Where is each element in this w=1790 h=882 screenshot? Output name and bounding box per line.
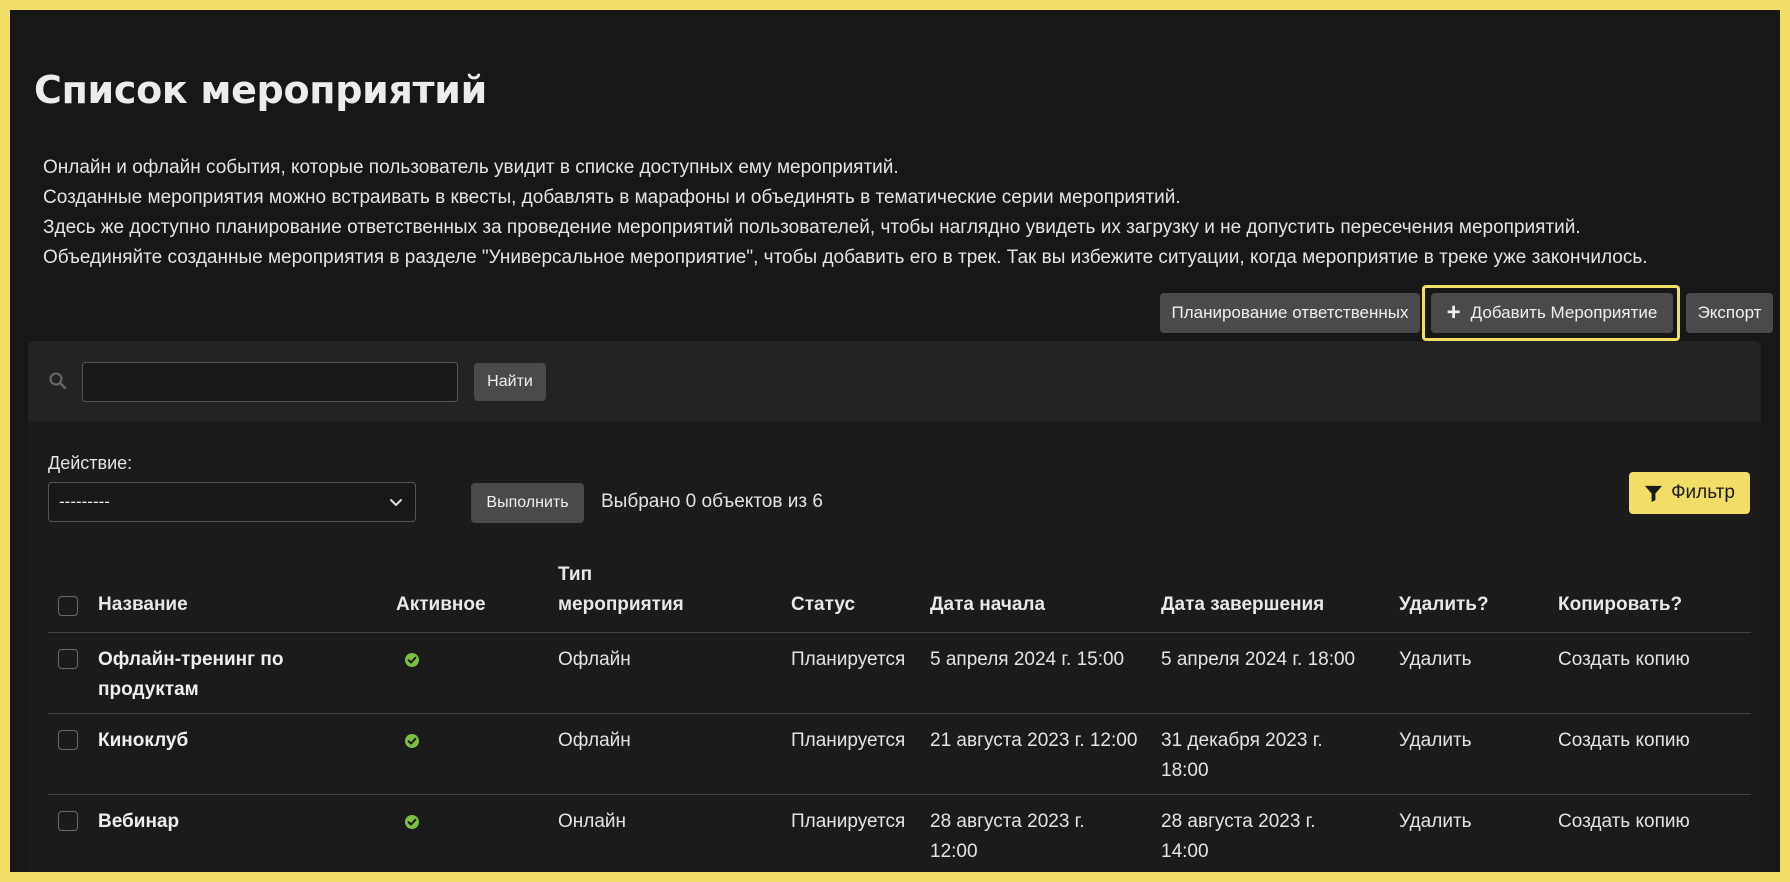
event-name-link[interactable]: Вебинар bbox=[98, 807, 358, 837]
event-name-link[interactable]: Офлайн-тренинг по продуктам bbox=[98, 645, 358, 705]
intro-line: Онлайн и офлайн события, которые пользов… bbox=[43, 157, 899, 178]
date-line: 21 августа 2023 г. 12:00 bbox=[930, 730, 1138, 751]
table-row: Офлайн-тренинг по продуктам Офлайн Плани… bbox=[48, 633, 1751, 714]
delete-link[interactable]: Удалить bbox=[1399, 726, 1472, 756]
event-end-date: 5 апреля 2024 г. 18:00 bbox=[1161, 645, 1381, 675]
find-button[interactable]: Найти bbox=[474, 363, 546, 401]
date-line: 28 августа 2023 г. bbox=[1161, 811, 1316, 832]
date-line: 28 августа 2023 г. bbox=[930, 811, 1085, 832]
filter-label: Фильтр bbox=[1671, 482, 1735, 503]
filter-button[interactable]: Фильтр bbox=[1629, 472, 1750, 514]
check-circle-icon bbox=[405, 734, 419, 748]
column-type[interactable]: Тип мероприятия bbox=[558, 560, 758, 620]
intro-line: Здесь же доступно планирование ответстве… bbox=[43, 217, 1581, 238]
search-bar: Найти bbox=[28, 341, 1761, 421]
intro-line: Объединяйте созданные мероприятия в разд… bbox=[43, 247, 1648, 268]
table-row: Киноклуб Офлайн Планируется 21 августа 2… bbox=[48, 714, 1751, 795]
event-type: Офлайн bbox=[558, 649, 631, 670]
table-row: Вебинар Онлайн Планируется 28 августа 20… bbox=[48, 795, 1751, 872]
event-name-line: Офлайн-тренинг по bbox=[98, 649, 284, 670]
plan-responsible-button[interactable]: Планирование ответственных bbox=[1160, 293, 1420, 333]
event-type: Офлайн bbox=[558, 730, 631, 751]
top-actions: Планирование ответственных + Добавить Ме… bbox=[10, 285, 1780, 343]
plus-icon: + bbox=[1446, 299, 1461, 326]
action-label: Действие: bbox=[48, 453, 133, 473]
row-checkbox[interactable] bbox=[58, 649, 78, 669]
page-title: Список мероприятий bbox=[34, 68, 487, 112]
column-type-line: Тип bbox=[558, 564, 593, 585]
column-end-date[interactable]: Дата завершения bbox=[1161, 590, 1381, 620]
column-name[interactable]: Название bbox=[98, 590, 358, 620]
column-active[interactable]: Активное bbox=[396, 590, 486, 620]
column-copy: Копировать? bbox=[1558, 594, 1683, 615]
event-name-line: продуктам bbox=[98, 679, 199, 700]
copy-link[interactable]: Создать копию bbox=[1558, 807, 1690, 837]
execute-button[interactable]: Выполнить bbox=[471, 483, 584, 523]
event-status: Планируется bbox=[791, 730, 906, 751]
app-frame: Список мероприятий Онлайн и офлайн событ… bbox=[10, 10, 1780, 872]
event-status: Планируется bbox=[791, 811, 906, 832]
delete-link[interactable]: Удалить bbox=[1399, 645, 1472, 675]
event-start-date: 21 августа 2023 г. 12:00 bbox=[930, 726, 1155, 756]
event-name-link[interactable]: Киноклуб bbox=[98, 726, 358, 756]
date-line: 5 апреля 2024 г. 15:00 bbox=[930, 649, 1125, 670]
date-line: 14:00 bbox=[1161, 841, 1209, 862]
date-line: 18:00 bbox=[1161, 760, 1209, 781]
row-checkbox[interactable] bbox=[58, 811, 78, 831]
select-all-checkbox[interactable] bbox=[58, 596, 78, 616]
action-select[interactable]: --------- bbox=[48, 482, 416, 522]
events-table: Название Активное Тип мероприятия Статус… bbox=[48, 553, 1751, 872]
event-start-date: 28 августа 2023 г. 12:00 bbox=[930, 807, 1155, 867]
copy-link[interactable]: Создать копию bbox=[1558, 726, 1690, 756]
date-line: 31 декабря 2023 г. bbox=[1161, 730, 1323, 751]
selected-count: Выбрано 0 объектов из 6 bbox=[601, 491, 823, 512]
add-event-label: Добавить Мероприятие bbox=[1470, 303, 1658, 322]
row-checkbox[interactable] bbox=[58, 730, 78, 750]
intro-text: Онлайн и офлайн события, которые пользов… bbox=[43, 153, 1648, 273]
event-name-line: Киноклуб bbox=[98, 730, 189, 751]
date-line: 12:00 bbox=[930, 841, 978, 862]
add-event-button[interactable]: + Добавить Мероприятие bbox=[1431, 293, 1673, 333]
delete-link[interactable]: Удалить bbox=[1399, 807, 1472, 837]
event-end-date: 31 декабря 2023 г. 18:00 bbox=[1161, 726, 1381, 786]
chevron-down-icon bbox=[390, 499, 402, 506]
column-type-line: мероприятия bbox=[558, 594, 684, 615]
date-line: 5 апреля 2024 г. 18:00 bbox=[1161, 649, 1356, 670]
export-button[interactable]: Экспорт bbox=[1686, 293, 1773, 333]
event-start-date: 5 апреля 2024 г. 15:00 bbox=[930, 645, 1155, 675]
event-status: Планируется bbox=[791, 649, 906, 670]
check-circle-icon bbox=[405, 653, 419, 667]
events-panel: Найти Действие: --------- Выполнить Выбр… bbox=[28, 341, 1761, 872]
table-header: Название Активное Тип мероприятия Статус… bbox=[48, 553, 1751, 633]
event-name-line: Вебинар bbox=[98, 811, 180, 832]
event-end-date: 28 августа 2023 г. 14:00 bbox=[1161, 807, 1381, 867]
column-start-date[interactable]: Дата начала bbox=[930, 590, 1155, 620]
column-status[interactable]: Статус bbox=[791, 590, 855, 620]
search-input[interactable] bbox=[82, 362, 458, 402]
funnel-icon bbox=[1645, 485, 1663, 502]
action-select-value: --------- bbox=[59, 492, 110, 511]
intro-line: Созданные мероприятия можно встраивать в… bbox=[43, 187, 1181, 208]
search-icon bbox=[49, 372, 67, 390]
copy-link[interactable]: Создать копию bbox=[1558, 645, 1690, 675]
check-circle-icon bbox=[405, 815, 419, 829]
column-delete: Удалить? bbox=[1399, 594, 1489, 615]
event-type: Онлайн bbox=[558, 811, 627, 832]
